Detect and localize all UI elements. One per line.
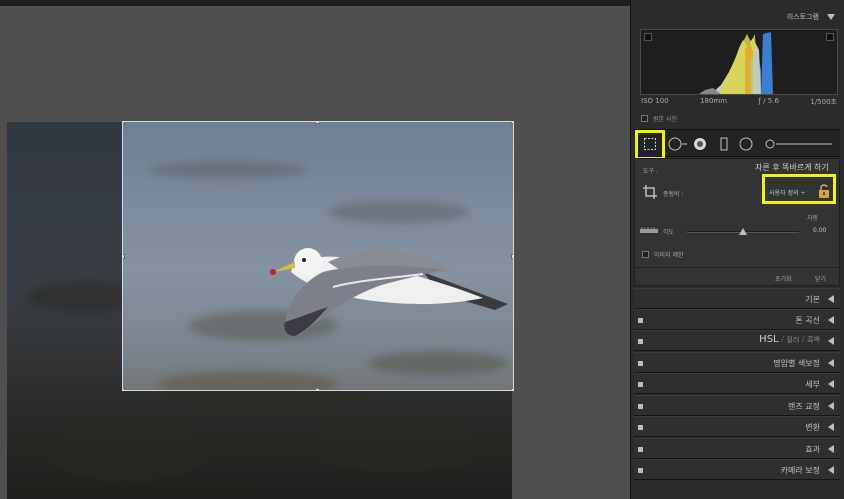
constrain-image-toggle[interactable]: 이미지 제한 <box>642 250 684 259</box>
expand-triangle-icon[interactable] <box>828 423 834 431</box>
develop-right-panel: 히스토그램 ISO 100 180mm ƒ / 5.6 1/500초 원본 사진 <box>630 0 844 499</box>
straighten-ruler-icon[interactable] <box>640 225 658 235</box>
section-effects-label: 효과 <box>805 445 820 454</box>
expand-triangle-icon[interactable] <box>828 295 834 303</box>
expand-triangle-icon[interactable] <box>828 337 834 345</box>
seagull-subject <box>270 248 508 336</box>
panel-switch-icon[interactable] <box>638 382 643 387</box>
section-tone-curve[interactable]: 톤 곡선 <box>634 309 840 330</box>
section-basic[interactable]: 기본 <box>634 288 840 309</box>
spot-removal-icon[interactable] <box>668 136 688 152</box>
panel-switch-icon[interactable] <box>638 361 643 366</box>
panel-switch-icon[interactable] <box>638 468 643 473</box>
section-hsl[interactable]: HSL / 컬러 / 흑백 <box>634 330 840 351</box>
original-photo-checkbox[interactable] <box>641 115 648 122</box>
close-button[interactable]: 닫기 <box>815 274 826 283</box>
section-split-toning[interactable]: 명암별 색보정 <box>634 352 840 373</box>
section-camera-calibration-label: 카메라 보정 <box>780 466 820 475</box>
expand-triangle-icon[interactable] <box>828 445 834 453</box>
expand-triangle-icon[interactable] <box>828 359 834 367</box>
crop-angle-icon[interactable] <box>643 185 657 199</box>
histogram-header[interactable]: 히스토그램 <box>631 6 844 26</box>
aperture-value: ƒ / 5.6 <box>758 97 779 105</box>
tab-color[interactable]: 컬러 <box>786 336 799 344</box>
aspect-label: 종횡비 : <box>663 191 684 198</box>
original-photo-toggle[interactable]: 원본 사진 <box>641 114 677 123</box>
crop-frame[interactable] <box>122 121 514 391</box>
histogram-title: 히스토그램 <box>786 13 819 21</box>
shadow-clipping-icon[interactable] <box>644 33 652 41</box>
angle-value[interactable]: 0.00 <box>813 227 826 234</box>
graduated-filter-icon[interactable] <box>716 136 732 152</box>
auto-straighten-button[interactable]: 자동 <box>807 213 818 222</box>
reset-button[interactable]: 초기화 <box>775 274 792 283</box>
image-canvas[interactable] <box>0 0 630 499</box>
original-photo-label: 원본 사진 <box>653 116 677 123</box>
shutter-value: 1/500초 <box>810 98 837 106</box>
aspect-lock-highlight <box>762 174 836 204</box>
angle-slider-thumb[interactable] <box>739 228 747 235</box>
section-tone-curve-label: 톤 곡선 <box>795 316 820 325</box>
expand-triangle-icon[interactable] <box>828 316 834 324</box>
tab-bw[interactable]: 흑백 <box>807 336 820 344</box>
section-basic-label: 기본 <box>805 295 820 304</box>
section-transform-label: 변환 <box>805 423 820 432</box>
expand-triangle-icon[interactable] <box>828 466 834 474</box>
expand-triangle-icon[interactable] <box>828 402 834 410</box>
constrain-image-label: 이미지 제한 <box>654 252 684 259</box>
panel-switch-icon[interactable] <box>638 404 643 409</box>
histogram-info: ISO 100 180mm ƒ / 5.6 1/500초 <box>641 97 837 107</box>
section-transform[interactable]: 변환 <box>634 416 840 437</box>
section-effects[interactable]: 효과 <box>634 438 840 459</box>
panel-switch-icon[interactable] <box>638 318 643 323</box>
expand-triangle-icon[interactable] <box>828 380 834 388</box>
radial-filter-icon[interactable] <box>738 136 754 152</box>
section-split-toning-label: 명암별 색보정 <box>773 359 820 368</box>
collapse-triangle-icon[interactable] <box>827 14 835 20</box>
section-lens-correction-label: 렌즈 교정 <box>788 402 820 411</box>
focal-length-value: 180mm <box>700 97 728 105</box>
tab-hsl[interactable]: HSL <box>759 334 778 345</box>
constrain-image-checkbox[interactable] <box>642 251 649 258</box>
section-detail[interactable]: 세부 <box>634 373 840 394</box>
crop-panel-title: 자른 후 똑바르게 하기 <box>755 163 829 172</box>
adjustment-brush-icon[interactable] <box>764 138 834 150</box>
highlight-clipping-icon[interactable] <box>826 33 834 41</box>
panel-switch-icon[interactable] <box>638 447 643 452</box>
crop-tool-highlight <box>635 130 665 160</box>
section-lens-correction[interactable]: 렌즈 교정 <box>634 395 840 416</box>
red-eye-icon[interactable] <box>692 136 708 152</box>
section-detail-label: 세부 <box>805 380 820 389</box>
iso-value: ISO 100 <box>641 97 669 105</box>
panel-switch-icon[interactable] <box>638 339 643 344</box>
tool-label: 도구 : <box>643 168 658 175</box>
crop-panel-footer: 초기화 닫기 <box>635 267 839 287</box>
histogram[interactable] <box>640 29 838 95</box>
panel-switch-icon[interactable] <box>638 425 643 430</box>
angle-label: 각도 <box>663 229 675 236</box>
section-camera-calibration[interactable]: 카메라 보정 <box>634 459 840 480</box>
